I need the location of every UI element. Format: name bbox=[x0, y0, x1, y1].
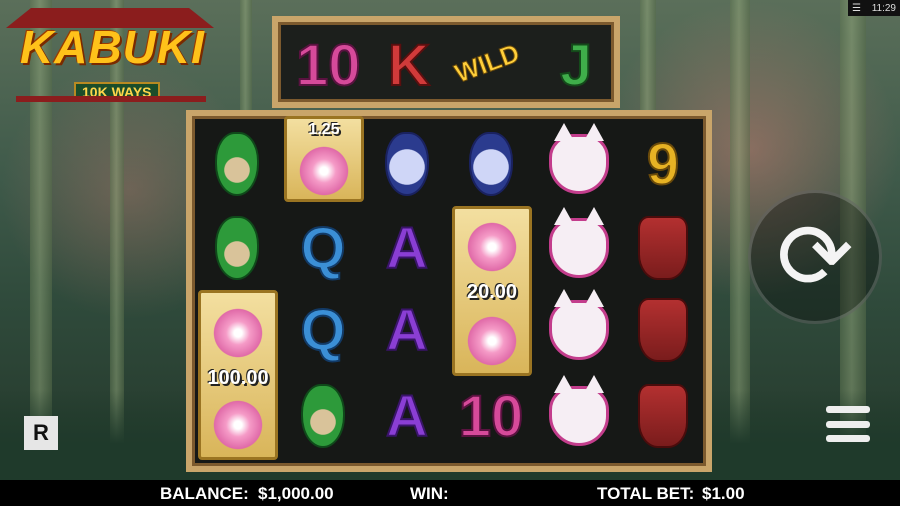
menu-button[interactable] bbox=[826, 406, 870, 442]
top-reel: 10 K WILD J bbox=[272, 16, 620, 108]
blossom-icon bbox=[464, 219, 520, 275]
total-bet-label: TOTAL BET: bbox=[597, 484, 695, 503]
reel-cell bbox=[540, 207, 618, 288]
menu-icon-bar bbox=[826, 435, 870, 442]
reel-cell bbox=[540, 123, 618, 204]
red-mask-symbol bbox=[638, 216, 688, 280]
multiplier-value: 100.00 bbox=[207, 367, 269, 389]
logo-title: KABUKI bbox=[20, 21, 205, 73]
blossom-multiplier-symbol: 100.00 bbox=[198, 290, 278, 460]
reel-symbol-k: K bbox=[387, 32, 431, 99]
balance-label: BALANCE: bbox=[160, 484, 249, 503]
reel-symbol-q: Q bbox=[299, 297, 346, 364]
status-bar: ☰ 11:29 bbox=[848, 0, 900, 16]
fox-mask-symbol bbox=[549, 289, 609, 360]
reel-cell bbox=[540, 375, 618, 456]
reel-cell: A bbox=[368, 290, 446, 370]
fox-mask-symbol bbox=[549, 123, 609, 194]
reel-cell bbox=[368, 124, 446, 204]
reel-cell: Q bbox=[284, 290, 362, 370]
reel-symbol-10: 10 bbox=[295, 32, 362, 99]
reel-cell bbox=[198, 208, 276, 288]
reel-cell: A bbox=[368, 376, 446, 456]
multiplier-value: 20.00 bbox=[466, 281, 518, 303]
wild-fan-symbol: WILD bbox=[450, 37, 524, 89]
reel-cell bbox=[624, 290, 702, 370]
game-logo: KABUKI 10K WAYS bbox=[6, 8, 214, 102]
bottom-bar: BALANCE: $1,000.00 WIN: TOTAL BET: $1.00 bbox=[0, 480, 900, 506]
reel-cell: 10 bbox=[452, 376, 530, 456]
green-mask-symbol bbox=[301, 384, 345, 448]
blossom-icon bbox=[296, 143, 352, 199]
blossom-icon bbox=[210, 305, 266, 361]
clock: 11:29 bbox=[871, 2, 896, 14]
reel-symbol-q: Q bbox=[299, 215, 346, 282]
total-bet-value: $1.00 bbox=[702, 484, 745, 503]
reel-symbol-9: 9 bbox=[646, 131, 680, 198]
multiplier-value: 1.25 bbox=[308, 121, 340, 138]
spin-button[interactable]: ⟳ bbox=[748, 190, 882, 324]
blue-mask-symbol bbox=[469, 132, 513, 196]
logo-base bbox=[16, 96, 206, 102]
red-mask-symbol bbox=[638, 298, 688, 362]
reel-cell bbox=[540, 289, 618, 370]
reel-cell bbox=[452, 124, 530, 204]
balance-value: $1,000.00 bbox=[258, 484, 334, 503]
reel-symbol-a: A bbox=[385, 297, 429, 364]
reel-symbol-a: A bbox=[385, 215, 429, 282]
brand-logo: R bbox=[24, 416, 58, 450]
blue-mask-symbol bbox=[385, 132, 429, 196]
blossom-multiplier-symbol: 20.00 bbox=[452, 206, 532, 376]
menu-icon-bar bbox=[826, 420, 870, 428]
win-label: WIN: bbox=[410, 484, 449, 503]
blossom-icon bbox=[464, 313, 520, 369]
menu-icon-bar bbox=[826, 406, 870, 413]
fox-mask-symbol bbox=[549, 207, 609, 278]
reel-cell bbox=[624, 376, 702, 456]
reel-grid: 100.00 1.25 Q Q A A A 20.00 10 9 bbox=[186, 110, 712, 472]
blossom-icon bbox=[210, 397, 266, 453]
reel-symbol-j: J bbox=[559, 32, 593, 99]
green-mask-symbol bbox=[215, 216, 259, 280]
reel-cell: 9 bbox=[624, 124, 702, 204]
fox-mask-symbol bbox=[549, 375, 609, 446]
reel-cell: A bbox=[368, 208, 446, 288]
reel-cell: Q bbox=[284, 208, 362, 288]
reel-cell bbox=[198, 124, 276, 204]
green-mask-symbol bbox=[215, 132, 259, 196]
red-mask-symbol bbox=[638, 384, 688, 448]
reel-symbol-a: A bbox=[385, 383, 429, 450]
reel-cell bbox=[624, 208, 702, 288]
reel-symbol-10: 10 bbox=[458, 383, 525, 450]
spin-icon: ⟳ bbox=[776, 206, 854, 308]
blossom-multiplier-symbol: 1.25 bbox=[284, 116, 364, 202]
reel-cell bbox=[284, 376, 362, 456]
settings-icon[interactable]: ☰ bbox=[852, 3, 861, 14]
